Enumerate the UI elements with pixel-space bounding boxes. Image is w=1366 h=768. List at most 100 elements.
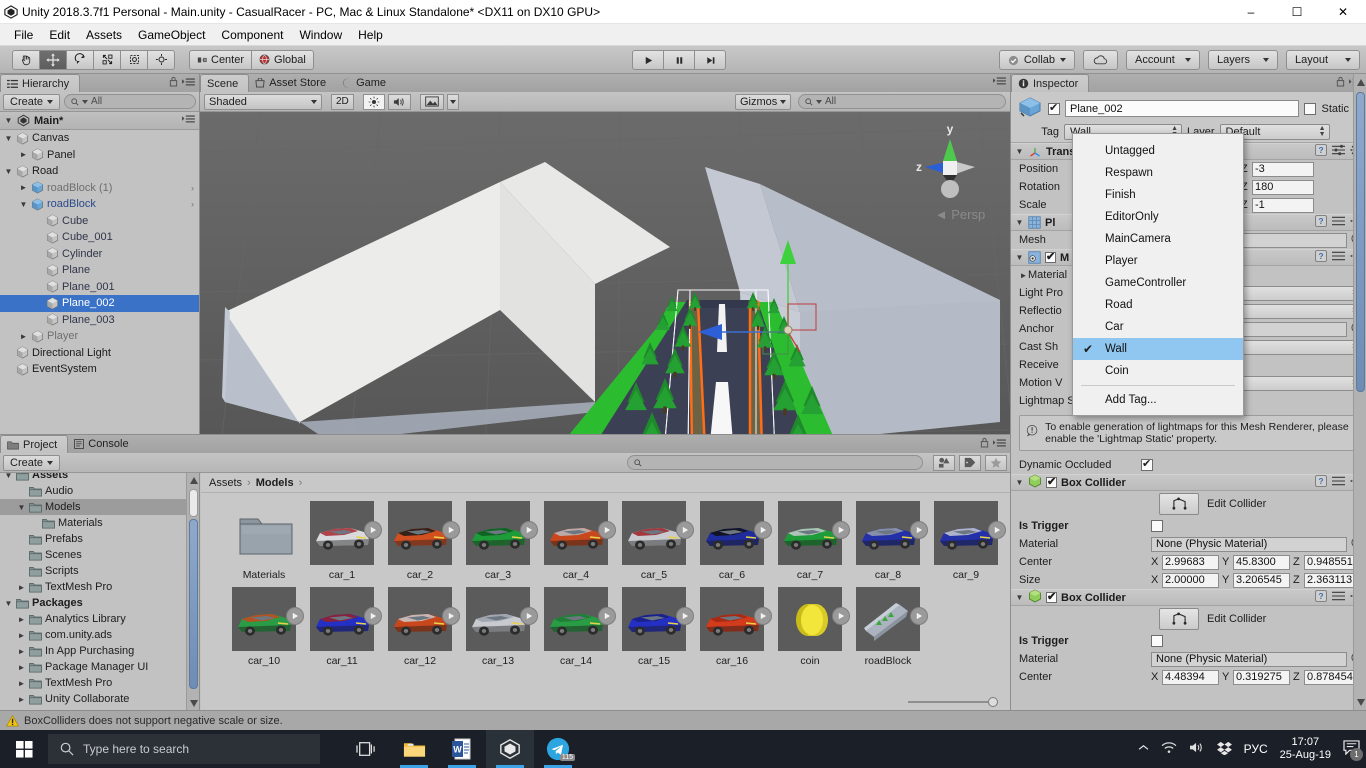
- asset-preview-play-icon[interactable]: [598, 521, 616, 539]
- scroll-down-arrow-icon[interactable]: [188, 698, 199, 709]
- asset-item[interactable]: car_3: [459, 501, 538, 581]
- project-tree-item-prefabs[interactable]: Prefabs: [0, 531, 199, 547]
- asset-item[interactable]: roadBlock: [849, 587, 928, 667]
- hierarchy-item-cube[interactable]: Cube: [0, 213, 199, 230]
- component-header-box-collider[interactable]: ▼ Box Collider?: [1011, 474, 1366, 491]
- project-tree-item-scenes[interactable]: Scenes: [0, 547, 199, 563]
- project-search-input[interactable]: [627, 455, 923, 470]
- asset-thumbnail[interactable]: [310, 501, 382, 565]
- asset-item[interactable]: coin: [771, 587, 850, 667]
- asset-thumbnail[interactable]: [466, 587, 538, 651]
- asset-preview-play-icon[interactable]: [364, 607, 382, 625]
- asset-item[interactable]: car_5: [615, 501, 694, 581]
- menu-component[interactable]: Component: [213, 26, 291, 44]
- telegram-icon[interactable]: 115: [534, 730, 582, 768]
- lock-icon[interactable]: [169, 76, 178, 90]
- asset-preview-play-icon[interactable]: [910, 521, 928, 539]
- asset-item[interactable]: car_10: [225, 587, 304, 667]
- panel-menu-icon[interactable]: [993, 76, 1006, 89]
- inspector-scroll-thumb[interactable]: [1356, 92, 1365, 392]
- gameobject-name-input[interactable]: Plane_002: [1065, 100, 1300, 117]
- asset-thumbnail[interactable]: [544, 501, 616, 565]
- project-tree-item-textmesh-pro[interactable]: ► TextMesh Pro: [0, 579, 199, 595]
- physic-material-field[interactable]: None (Physic Material): [1151, 536, 1347, 552]
- tag-menu-add-tag[interactable]: Add Tag...: [1073, 389, 1243, 411]
- panel-menu-icon[interactable]: [993, 438, 1006, 451]
- expand-triangle-icon[interactable]: ►: [17, 615, 26, 624]
- project-tree-item-analytics-library[interactable]: ► Analytics Library: [0, 611, 199, 627]
- expand-triangle-icon[interactable]: ►: [17, 663, 26, 672]
- file-explorer-icon[interactable]: [390, 730, 438, 768]
- project-tree-item-in-app-purchasing[interactable]: ► In App Purchasing: [0, 643, 199, 659]
- expand-triangle-icon[interactable]: ▼: [1015, 253, 1024, 262]
- preset-icon[interactable]: [1332, 215, 1345, 230]
- menu-gameobject[interactable]: GameObject: [130, 26, 213, 44]
- hierarchy-item-roadblock-1[interactable]: ► roadBlock (1) ›: [0, 180, 199, 197]
- tag-option-coin[interactable]: Coin: [1073, 360, 1243, 382]
- help-icon[interactable]: ?: [1315, 250, 1327, 265]
- asset-thumbnail[interactable]: [232, 587, 304, 651]
- scroll-up-arrow-icon[interactable]: [188, 475, 199, 486]
- layers-button[interactable]: Layers: [1208, 50, 1278, 70]
- asset-preview-play-icon[interactable]: [520, 521, 538, 539]
- asset-preview-play-icon[interactable]: [598, 607, 616, 625]
- asset-thumbnail[interactable]: [466, 501, 538, 565]
- hierarchy-scene-root[interactable]: ▼ Main*: [0, 112, 199, 130]
- help-icon[interactable]: ?: [1315, 475, 1327, 490]
- physic-material-field[interactable]: None (Physic Material): [1151, 651, 1347, 667]
- expand-triangle-icon[interactable]: ►: [17, 583, 26, 592]
- hand-tool-icon[interactable]: [12, 49, 40, 70]
- hierarchy-search-input[interactable]: All: [64, 94, 196, 109]
- hierarchy-item-directional-light[interactable]: Directional Light: [0, 345, 199, 362]
- menu-help[interactable]: Help: [350, 26, 391, 44]
- help-icon[interactable]: ?: [1315, 590, 1327, 605]
- asset-preview-play-icon[interactable]: [442, 521, 460, 539]
- collapse-triangle-icon[interactable]: ▼: [1015, 478, 1024, 487]
- collider-size-x[interactable]: 2.00000: [1162, 572, 1219, 588]
- scene-viewport[interactable]: y z ◄ Persp: [200, 112, 1010, 452]
- taskbar-search-input[interactable]: Type here to search: [48, 734, 320, 764]
- dropbox-icon[interactable]: [1216, 741, 1232, 758]
- project-tree-item-unity-collaborate[interactable]: ► Unity Collaborate: [0, 691, 199, 707]
- hierarchy-root-menu-icon[interactable]: [182, 114, 195, 127]
- asset-thumbnail[interactable]: [934, 501, 1006, 565]
- toggle-2d-button[interactable]: 2D: [331, 93, 354, 110]
- collider-size-y[interactable]: 3.206545: [1233, 572, 1290, 588]
- asset-thumbnail[interactable]: [700, 501, 772, 565]
- collider-center-x[interactable]: 4.48394: [1162, 669, 1219, 685]
- hierarchy-item-plane-002[interactable]: Plane_002: [0, 295, 199, 312]
- hierarchy-item-road[interactable]: ▼ Road: [0, 163, 199, 180]
- asset-thumbnail[interactable]: [622, 501, 694, 565]
- asset-preview-play-icon[interactable]: [364, 521, 382, 539]
- expand-triangle-icon[interactable]: ►: [17, 679, 26, 688]
- cloud-button[interactable]: [1083, 50, 1118, 70]
- gizmos-dropdown[interactable]: Gizmos: [735, 93, 791, 110]
- box-collider-enabled-checkbox[interactable]: [1046, 475, 1057, 488]
- rotate-tool-icon[interactable]: [66, 49, 94, 70]
- scale-tool-icon[interactable]: [93, 49, 121, 70]
- asset-item[interactable]: car_15: [615, 587, 694, 667]
- filter-by-type-icon[interactable]: [933, 454, 955, 471]
- expand-triangle-icon[interactable]: ►: [19, 332, 28, 341]
- asset-preview-play-icon[interactable]: [910, 607, 928, 625]
- asset-item[interactable]: car_1: [303, 501, 382, 581]
- tag-option-maincamera[interactable]: MainCamera: [1073, 228, 1243, 250]
- expand-triangle-icon[interactable]: ▼: [4, 116, 13, 125]
- scene-audio-icon[interactable]: [387, 93, 411, 110]
- help-icon[interactable]: ?: [1315, 215, 1327, 230]
- asset-thumbnail[interactable]: [232, 501, 296, 565]
- account-button[interactable]: Account: [1126, 50, 1200, 70]
- project-tree-item-textmesh-pro[interactable]: ► TextMesh Pro: [0, 675, 199, 691]
- prefab-open-chevron-icon[interactable]: ›: [191, 199, 194, 209]
- asset-thumbnail[interactable]: [778, 587, 850, 651]
- pivot-mode-button[interactable]: Center: [189, 49, 253, 70]
- hierarchy-item-panel[interactable]: ► Panel: [0, 147, 199, 164]
- collapse-triangle-icon[interactable]: ▼: [4, 134, 13, 143]
- asset-thumbnail[interactable]: [856, 501, 928, 565]
- space-mode-button[interactable]: Global: [251, 49, 314, 70]
- collapse-triangle-icon[interactable]: ▼: [4, 167, 13, 176]
- asset-thumbnail[interactable]: [388, 587, 460, 651]
- expand-triangle-icon[interactable]: ►: [17, 647, 26, 656]
- static-checkbox[interactable]: [1304, 102, 1317, 115]
- tag-option-untagged[interactable]: Untagged: [1073, 140, 1243, 162]
